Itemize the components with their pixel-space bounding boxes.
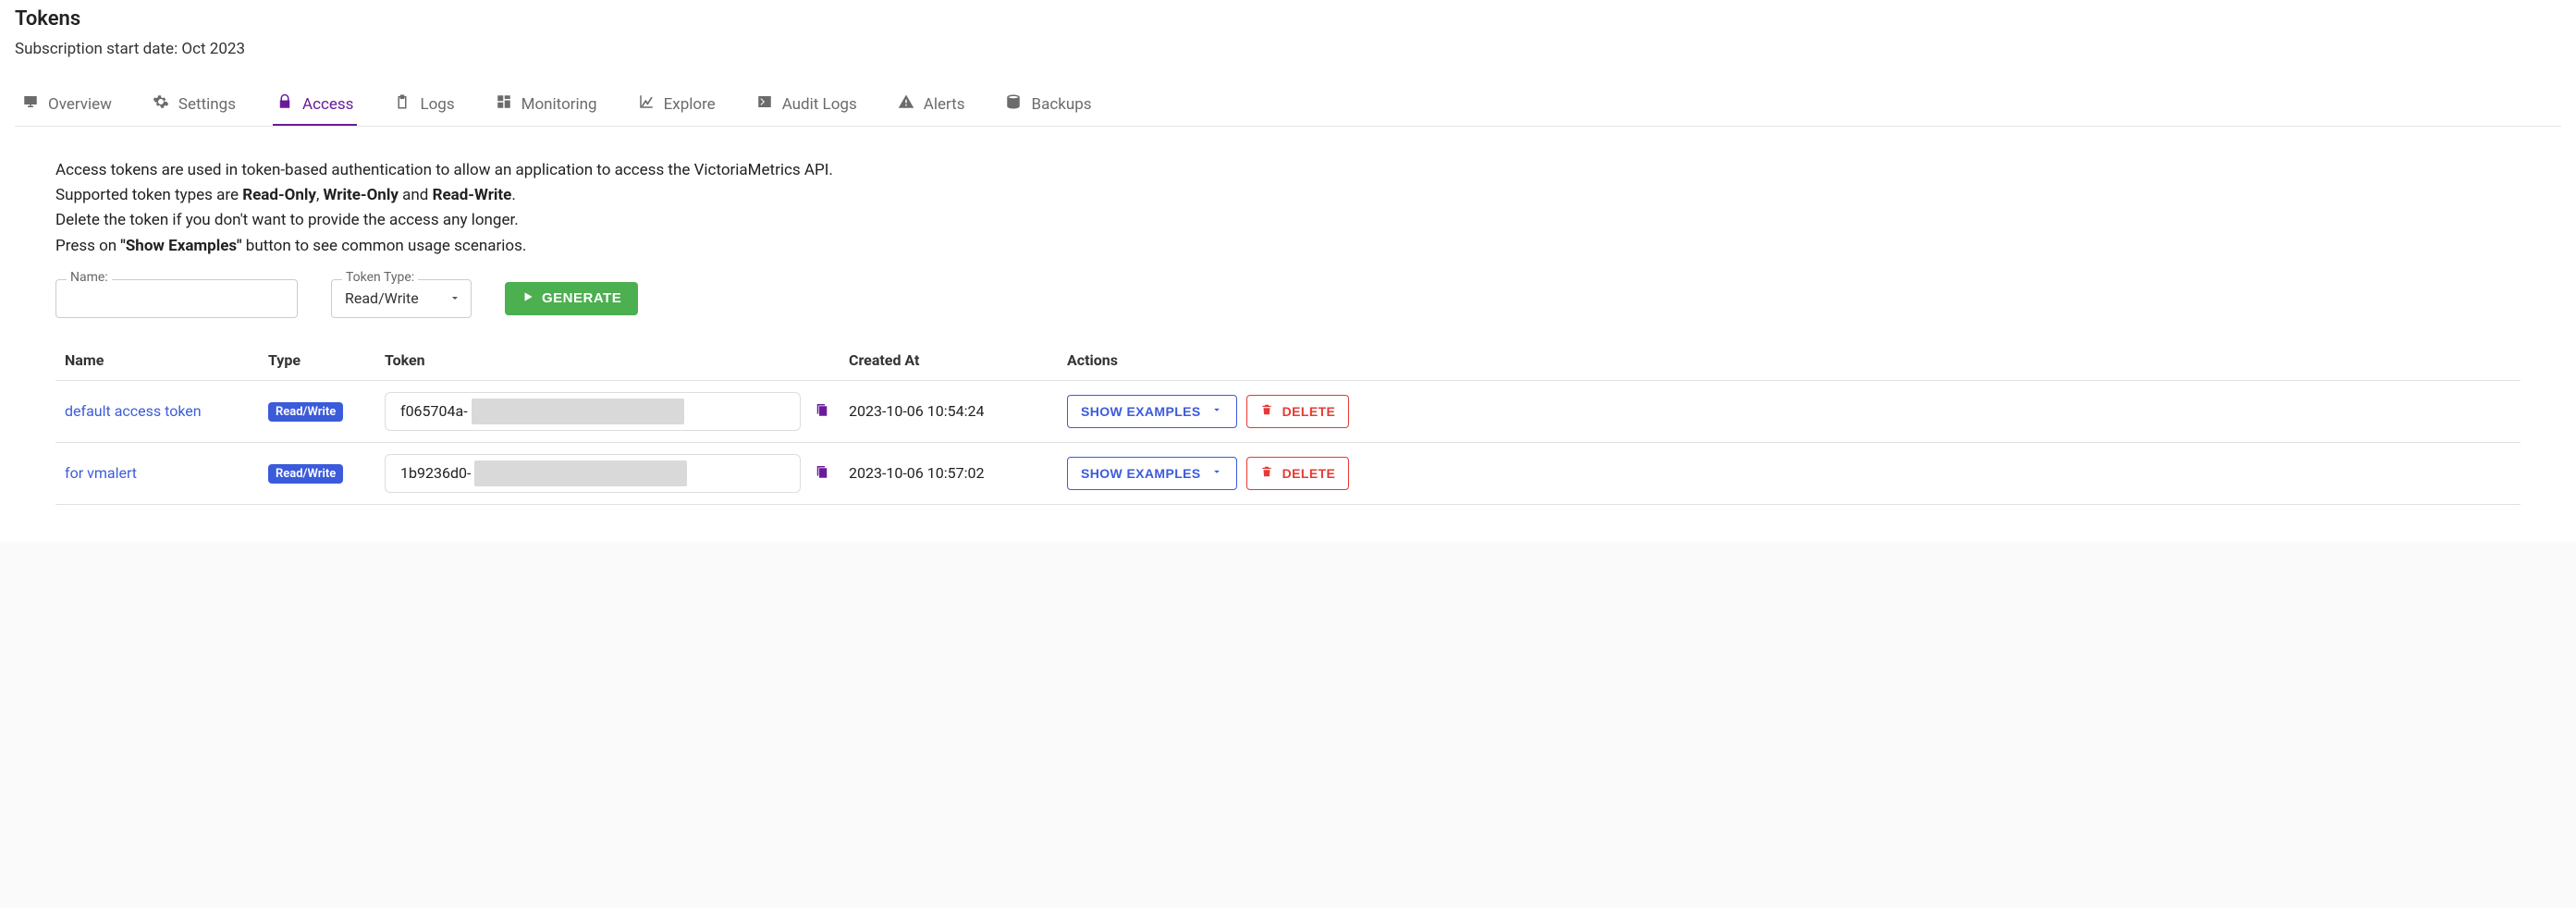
tab-label: Overview: [48, 95, 112, 114]
subscription-date: Subscription start date: Oct 2023: [15, 40, 2561, 58]
desc-line2: Supported token types are Read-Only, Wri…: [55, 183, 2521, 208]
subscription-date-value: Oct 2023: [181, 40, 245, 58]
tokens-table: Name Type Token Created At Actions defau…: [55, 340, 2521, 505]
tab-label: Backups: [1031, 95, 1091, 114]
token-masked: [472, 399, 684, 424]
tabs-bar: Overview Settings Access Logs Monitoring Expl…: [15, 84, 2561, 127]
terminal-icon: [756, 93, 773, 115]
tab-label: Explore: [664, 95, 716, 114]
description: Access tokens are used in token-based au…: [55, 158, 2521, 259]
page-title: Tokens: [15, 7, 2561, 31]
delete-label: DELETE: [1282, 404, 1336, 419]
show-examples-button[interactable]: SHOW EXAMPLES: [1067, 457, 1237, 490]
token-masked: [474, 460, 687, 486]
warning-icon: [898, 93, 914, 115]
tab-backups[interactable]: Backups: [1001, 84, 1095, 126]
table-row: default access token Read/Write f065704a- 2…: [55, 380, 2521, 442]
tab-label: Monitoring: [521, 95, 597, 114]
copy-icon[interactable]: [814, 463, 830, 484]
tab-explore[interactable]: Explore: [634, 84, 719, 126]
tab-label: Alerts: [924, 95, 965, 114]
tab-audit-logs[interactable]: Audit Logs: [753, 84, 861, 126]
delete-button[interactable]: DELETE: [1246, 457, 1350, 490]
token-value-box: f065704a-: [385, 392, 801, 431]
th-type: Type: [259, 340, 375, 381]
table-row: for vmalert Read/Write 1b9236d0- 2023-10-06…: [55, 442, 2521, 504]
desc-line4: Press on "Show Examples" button to see c…: [55, 234, 2521, 259]
chevron-down-icon: [1210, 403, 1223, 419]
token-type-badge: Read/Write: [268, 402, 343, 422]
token-type-value: Read/Write: [345, 289, 419, 307]
delete-label: DELETE: [1282, 466, 1336, 481]
token-name-link[interactable]: for vmalert: [65, 464, 137, 482]
th-token: Token: [375, 340, 840, 381]
name-field-wrap: Name:: [55, 279, 298, 318]
tab-label: Audit Logs: [782, 95, 857, 114]
tab-logs[interactable]: Logs: [390, 84, 458, 126]
chart-icon: [638, 93, 655, 115]
copy-icon[interactable]: [814, 401, 830, 422]
generate-button[interactable]: GENERATE: [505, 282, 638, 315]
clipboard-icon: [394, 93, 411, 115]
subscription-date-prefix: Subscription start date:: [15, 40, 181, 58]
trash-icon: [1260, 403, 1273, 419]
desc-line3: Delete the token if you don't want to pr…: [55, 208, 2521, 233]
created-at: 2023-10-06 10:57:02: [849, 464, 984, 482]
lock-icon: [276, 93, 293, 115]
chevron-down-icon: [1210, 465, 1223, 481]
play-icon: [521, 290, 534, 307]
token-prefix: f065704a-: [386, 402, 472, 420]
tab-label: Access: [302, 95, 353, 114]
tab-settings[interactable]: Settings: [149, 84, 239, 126]
tab-label: Logs: [420, 95, 454, 114]
dashboard-icon: [496, 93, 512, 115]
token-type-label: Token Type:: [342, 270, 418, 285]
generate-button-label: GENERATE: [542, 290, 621, 306]
show-examples-button[interactable]: SHOW EXAMPLES: [1067, 395, 1237, 428]
tab-monitoring[interactable]: Monitoring: [492, 84, 601, 126]
trash-icon: [1260, 465, 1273, 481]
th-name: Name: [55, 340, 259, 381]
token-prefix: 1b9236d0-: [386, 464, 474, 482]
delete-button[interactable]: DELETE: [1246, 395, 1350, 428]
gear-icon: [153, 93, 169, 115]
name-input[interactable]: [55, 279, 298, 318]
desc-line1: Access tokens are used in token-based au…: [55, 158, 2521, 183]
show-examples-label: SHOW EXAMPLES: [1081, 404, 1201, 419]
token-type-field-wrap: Token Type: Read/Write: [331, 279, 472, 318]
token-value-box: 1b9236d0-: [385, 454, 801, 493]
tab-overview[interactable]: Overview: [18, 84, 116, 126]
th-created: Created At: [840, 340, 1058, 381]
tab-label: Settings: [178, 95, 236, 114]
tab-alerts[interactable]: Alerts: [894, 84, 969, 126]
tab-access[interactable]: Access: [273, 84, 357, 126]
show-examples-label: SHOW EXAMPLES: [1081, 466, 1201, 481]
token-name-link[interactable]: default access token: [65, 402, 202, 420]
token-type-badge: Read/Write: [268, 464, 343, 484]
token-type-select[interactable]: Read/Write: [331, 279, 472, 318]
monitor-icon: [22, 93, 39, 115]
th-actions: Actions: [1058, 340, 2521, 381]
database-icon: [1005, 93, 1022, 115]
create-token-form: Name: Token Type: Read/Write GENERATE: [55, 279, 2521, 318]
created-at: 2023-10-06 10:54:24: [849, 402, 984, 420]
name-field-label: Name:: [67, 270, 112, 285]
